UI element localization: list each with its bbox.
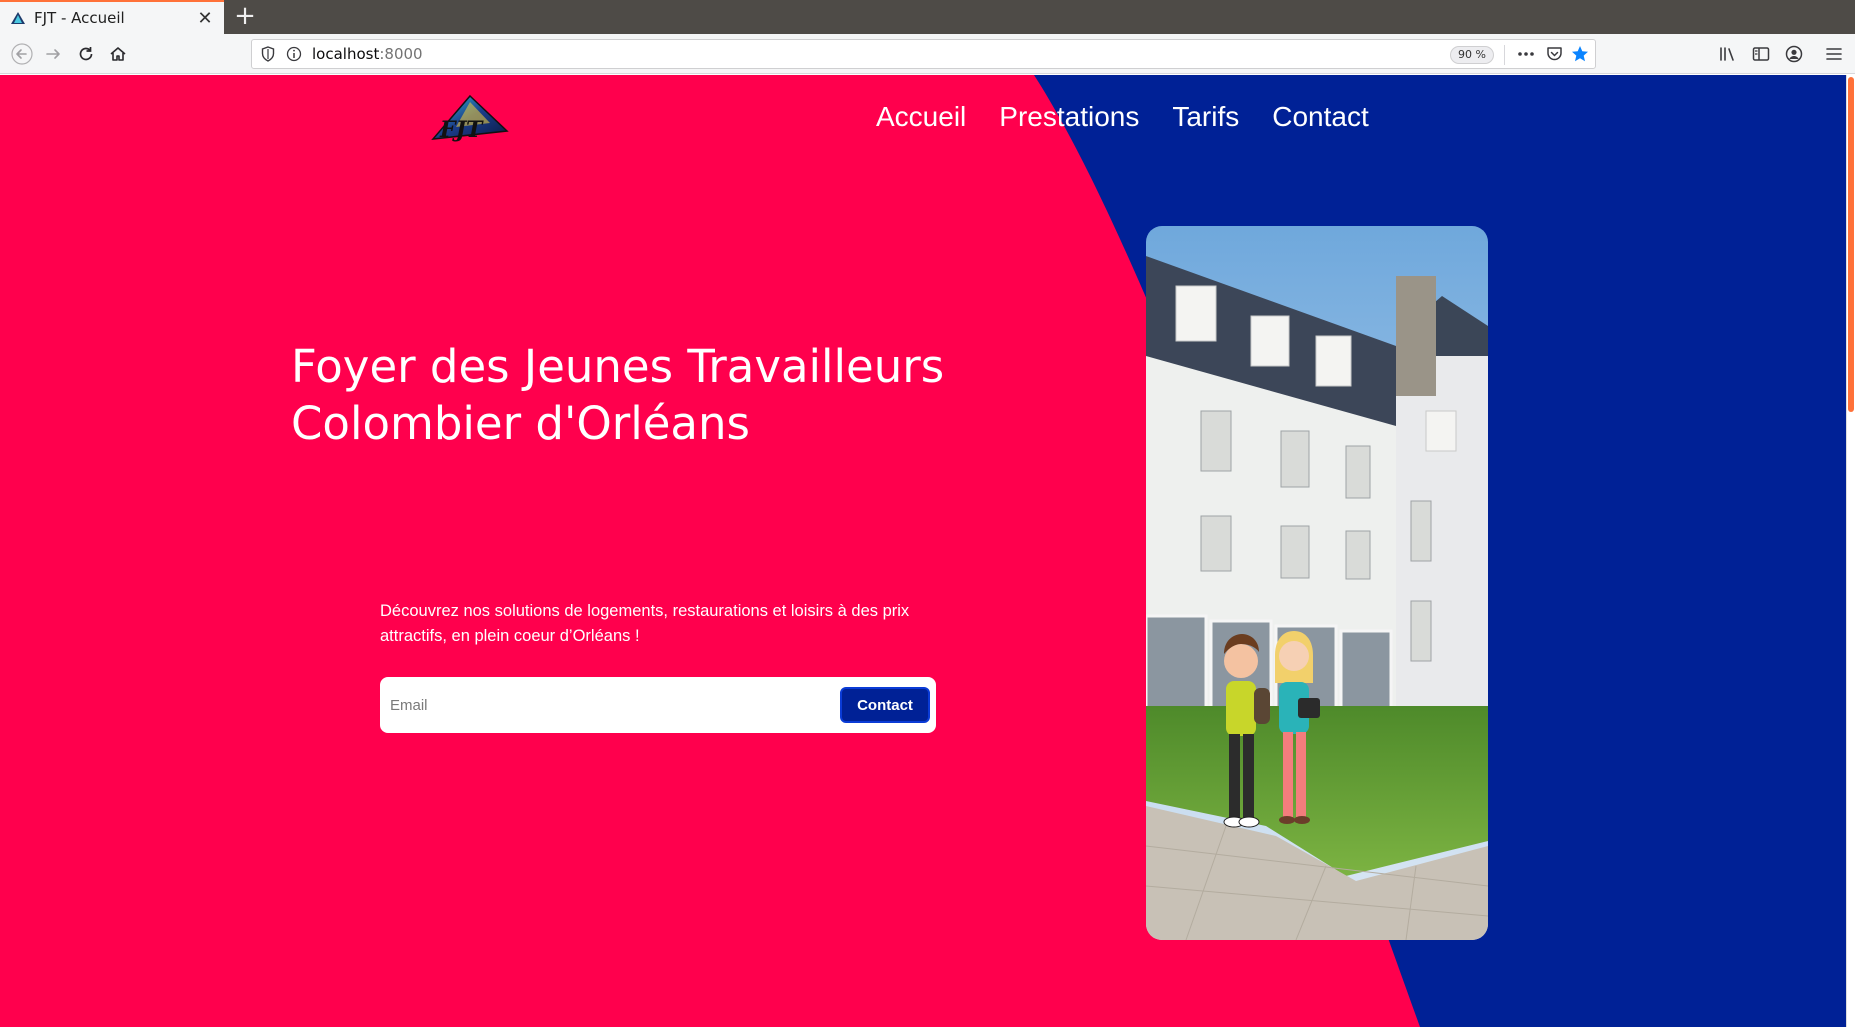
library-icon[interactable] — [1718, 44, 1738, 64]
reload-icon[interactable] — [72, 40, 100, 68]
svg-text:FJT: FJT — [439, 117, 484, 143]
favicon-icon — [10, 10, 26, 26]
home-icon[interactable] — [104, 40, 132, 68]
building-photo — [1146, 226, 1488, 940]
forward-arrow-icon[interactable] — [40, 40, 68, 68]
info-icon[interactable] — [284, 44, 304, 64]
url-host: localhost — [312, 45, 380, 63]
new-tab-button[interactable]: + — [230, 2, 260, 32]
shield-icon[interactable] — [258, 44, 278, 64]
nav-link-contact[interactable]: Contact — [1272, 101, 1369, 133]
nav-link-accueil[interactable]: Accueil — [876, 101, 966, 133]
url-bar[interactable]: localhost:8000 90 % — [251, 39, 1596, 69]
browser-tab-bar: FJT - Accueil ✕ + — [0, 0, 1855, 34]
sidebar-icon[interactable] — [1751, 44, 1771, 64]
url-bar-divider — [1504, 45, 1505, 65]
browser-toolbar: localhost:8000 90 % — [0, 34, 1855, 74]
close-icon[interactable]: ✕ — [192, 5, 218, 31]
site-logo[interactable]: FJT — [430, 93, 510, 149]
hamburger-menu-icon[interactable] — [1824, 44, 1844, 64]
more-icon[interactable] — [1516, 44, 1536, 64]
web-page: FJT Accueil Prestations Tarifs Contact F… — [0, 75, 1855, 1027]
hero-description: Découvrez nos solutions de logements, re… — [380, 602, 910, 645]
blue-diagonal-background — [1034, 75, 1855, 1027]
back-arrow-icon[interactable] — [8, 40, 36, 68]
tab-title: FJT - Accueil — [34, 9, 125, 27]
zoom-level-badge[interactable]: 90 % — [1450, 46, 1494, 64]
browser-tab-active[interactable]: FJT - Accueil ✕ — [0, 0, 224, 34]
nav-link-prestations[interactable]: Prestations — [999, 101, 1139, 133]
hero-title-line-2: Colombier d'Orléans — [291, 397, 750, 450]
hero-title: Foyer des Jeunes Travailleurs Colombier … — [291, 338, 991, 452]
nav-link-tarifs[interactable]: Tarifs — [1172, 101, 1239, 133]
bookmark-star-icon[interactable] — [1570, 44, 1590, 64]
account-icon[interactable] — [1784, 44, 1804, 64]
pocket-icon[interactable] — [1544, 44, 1564, 64]
url-port: :8000 — [379, 45, 423, 63]
hero-title-line-1: Foyer des Jeunes Travailleurs — [291, 340, 945, 393]
page-scrollbar[interactable] — [1846, 75, 1855, 1027]
url-text[interactable]: localhost:8000 — [312, 45, 423, 63]
contact-button[interactable]: Contact — [840, 687, 930, 723]
email-contact-form: Contact — [380, 677, 936, 733]
email-input[interactable] — [390, 690, 790, 720]
scrollbar-thumb[interactable] — [1848, 77, 1854, 412]
main-navigation: Accueil Prestations Tarifs Contact — [876, 101, 1369, 133]
